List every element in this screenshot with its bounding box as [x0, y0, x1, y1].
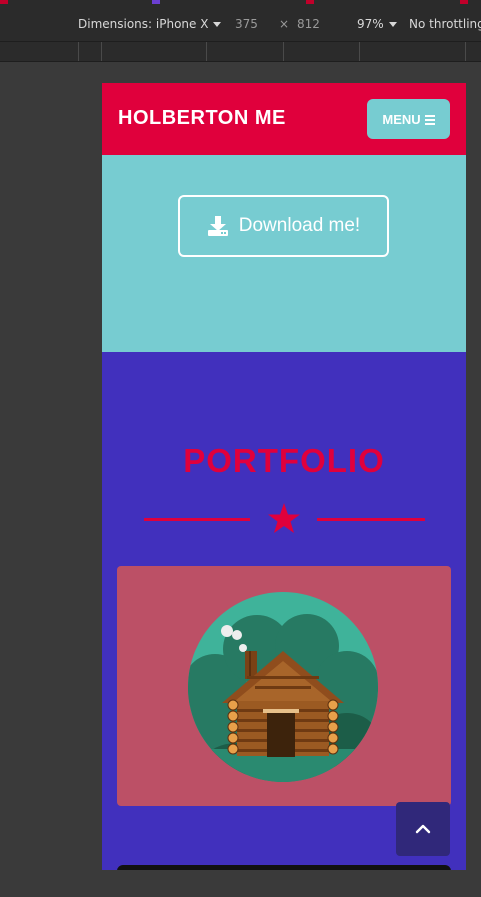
scroll-to-top-button[interactable] — [396, 802, 450, 856]
tab-indicator — [460, 0, 468, 4]
zoom-select[interactable]: 97% — [357, 17, 397, 31]
ruler-tick — [101, 42, 102, 61]
chevron-down-icon — [213, 22, 222, 27]
download-button-label: Download me! — [238, 215, 361, 236]
ruler-tick — [206, 42, 207, 61]
zoom-select-label: 97% — [357, 17, 384, 31]
width-input[interactable]: 375 — [235, 17, 258, 31]
menu-button-label: MENU — [382, 111, 421, 127]
chevron-up-icon — [415, 824, 431, 834]
ruler-tick — [465, 42, 466, 61]
menu-button[interactable]: MENU — [367, 99, 450, 139]
times-symbol: × — [279, 17, 290, 31]
device-toolbar: Dimensions: iPhone X 375 × 812 97% No th… — [0, 8, 481, 42]
ruler-tick — [283, 42, 284, 61]
star-icon — [268, 503, 300, 533]
about-section: Download me! — [102, 155, 466, 352]
chevron-down-icon — [388, 22, 397, 27]
tab-indicator — [152, 0, 160, 4]
device-select[interactable]: Dimensions: iPhone X — [78, 17, 222, 31]
portfolio-card[interactable] — [117, 566, 451, 806]
device-select-label: Dimensions: iPhone X — [78, 17, 209, 31]
ruler-tick — [78, 42, 79, 61]
tab-indicator — [306, 0, 314, 4]
download-icon — [207, 216, 228, 236]
brand-logo[interactable]: HOLBERTON ME — [118, 107, 286, 130]
portfolio-section: PORTFOLIO — [102, 352, 466, 870]
divider-line-left — [144, 518, 250, 521]
throttle-select[interactable]: No throttling — [409, 17, 481, 31]
portfolio-title: PORTFOLIO — [183, 442, 385, 479]
log-cabin-image — [188, 592, 378, 782]
media-query-ruler — [0, 42, 481, 62]
devtools-top-strip — [0, 0, 481, 8]
hamburger-icon — [424, 114, 435, 125]
tab-indicator — [0, 0, 8, 4]
site-navbar: HOLBERTON ME MENU — [102, 83, 466, 155]
divider-line-right — [317, 518, 425, 521]
device-viewport: HOLBERTON ME MENU Download me! PORTFOLIO — [102, 83, 466, 870]
height-input[interactable]: 812 — [297, 17, 320, 31]
ruler-tick — [359, 42, 360, 61]
download-button[interactable]: Download me! — [178, 195, 389, 257]
next-portfolio-card[interactable] — [117, 865, 451, 870]
